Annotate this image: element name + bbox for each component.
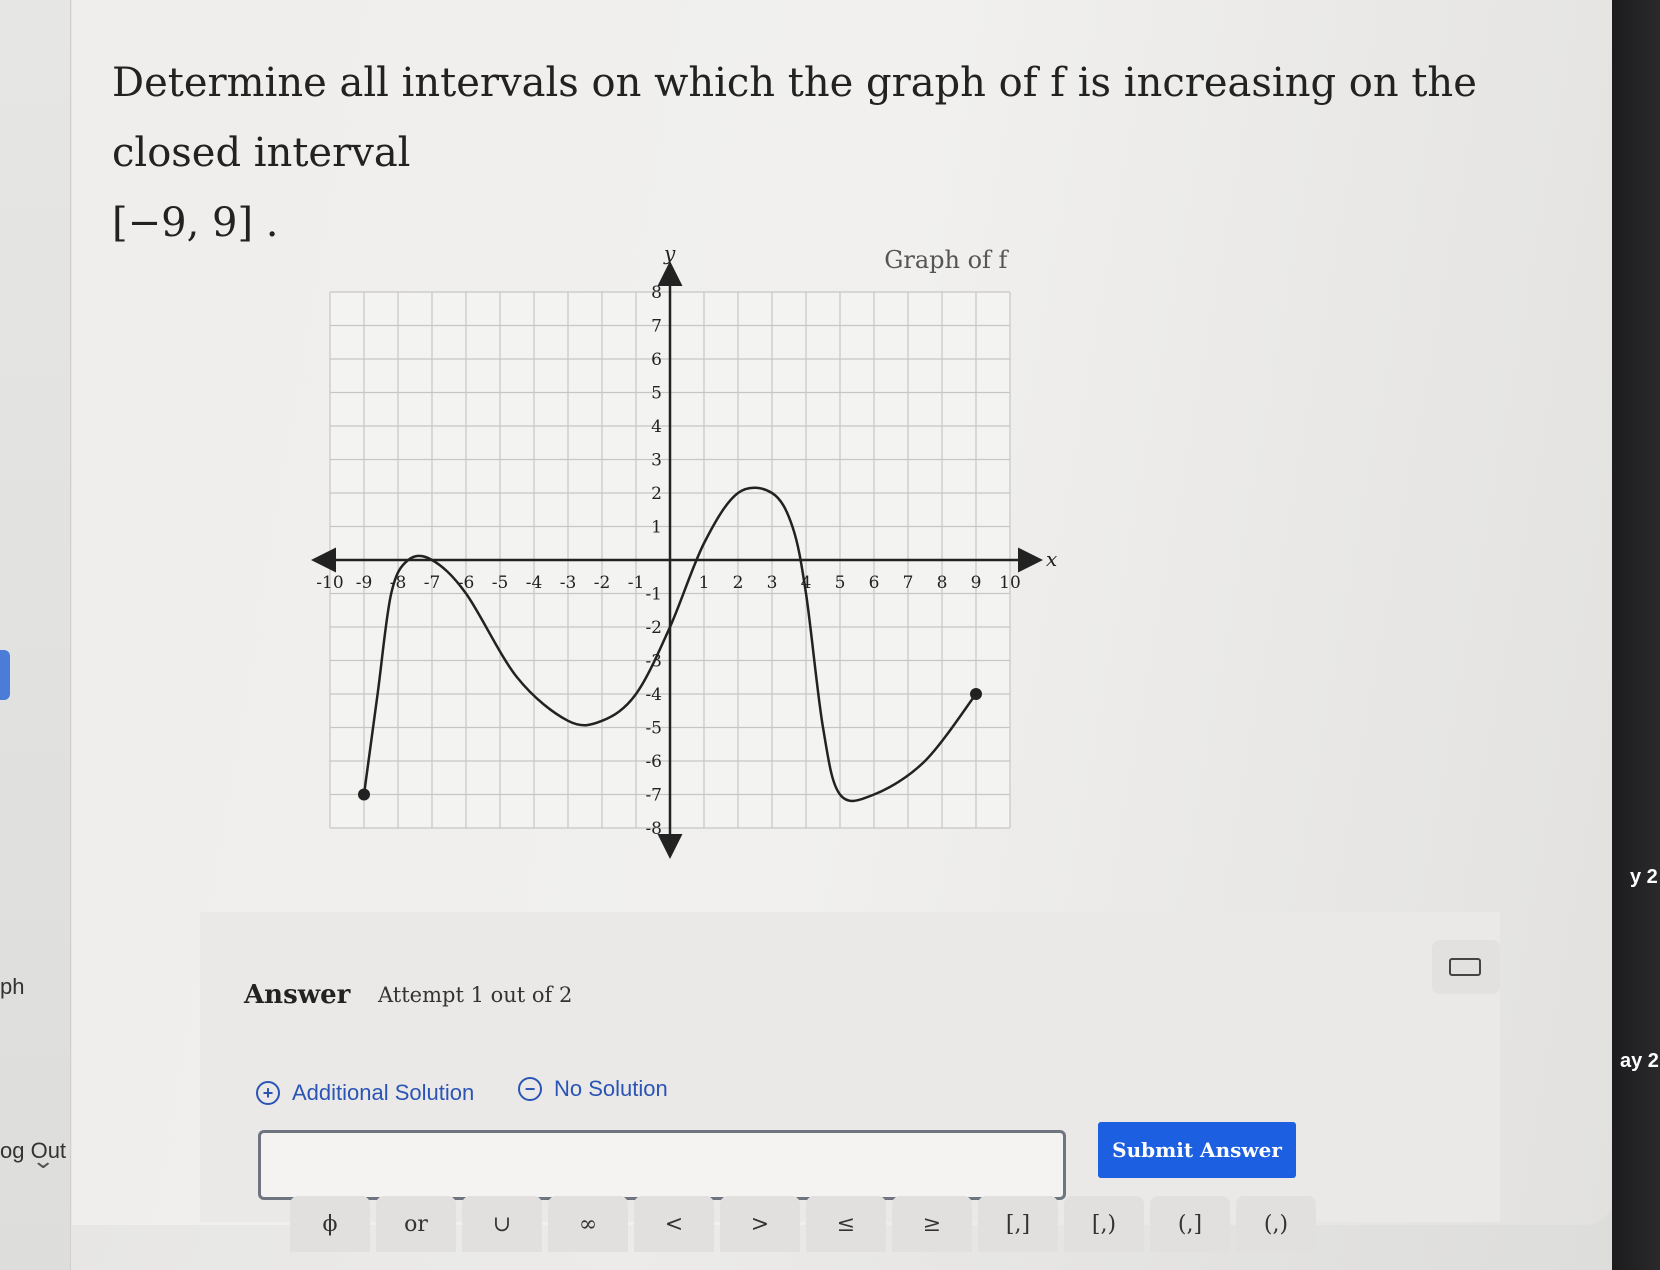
symbol-geq-button[interactable]: ≥ [892,1196,972,1252]
sidebar-ph-label: ph [0,974,25,999]
additional-solution-label: Additional Solution [292,1080,475,1105]
x-tick-label: -9 [356,573,373,593]
symbol-union-button[interactable]: ∪ [462,1196,542,1252]
additional-solution-button[interactable]: + Additional Solution [256,1080,474,1106]
y-tick-label: 5 [651,384,662,404]
x-tick-label: 3 [767,573,778,593]
submit-answer-button[interactable]: Submit Answer [1098,1122,1296,1178]
symbol-open-closed-interval-button[interactable]: (,] [1150,1196,1230,1252]
symbol-leq-button[interactable]: ≤ [806,1196,886,1252]
curve-endpoint [358,788,370,801]
no-solution-label: No Solution [554,1076,668,1101]
y-tick-label: -1 [645,585,662,605]
symbol-closed-interval-button[interactable]: [,] [978,1196,1058,1252]
curve-endpoint [970,688,982,700]
keyboard-icon [1449,958,1481,976]
y-tick-label: -5 [645,719,662,739]
x-tick-label: -1 [628,573,645,593]
symbol-empty-set-button[interactable]: ϕ [290,1196,370,1252]
y-tick-label: 4 [651,417,662,437]
x-tick-label: -3 [560,573,577,593]
question-text: Determine all intervals on which the gra… [112,48,1552,258]
symbol-infinity-button[interactable]: ∞ [548,1196,628,1252]
symbol-toolbar: ϕ or ∪ ∞ < > ≤ ≥ [,] [,) (,] (,) [290,1196,1350,1256]
x-tick-label: 9 [971,573,982,593]
left-sidebar: ph ⌄ og Out [0,0,71,1270]
y-tick-label: -4 [645,685,662,705]
y-tick-label: 7 [651,317,662,337]
x-tick-label: 2 [733,573,744,593]
symbol-greater-than-button[interactable]: > [720,1196,800,1252]
y-tick-label: 3 [651,451,662,471]
x-tick-label: 6 [869,573,880,593]
x-tick-label: -7 [424,573,441,593]
x-tick-label: -10 [316,573,343,593]
attempt-counter: Attempt 1 out of 2 [378,983,573,1007]
y-tick-label: 2 [651,484,662,504]
no-solution-button[interactable]: − No Solution [518,1076,668,1102]
y-tick-label: -2 [645,618,662,638]
sidebar-accent [0,650,10,700]
x-tick-label: -4 [526,573,543,593]
symbol-or-button[interactable]: or [376,1196,456,1252]
y-tick-label: -6 [645,752,662,772]
symbol-less-than-button[interactable]: < [634,1196,714,1252]
answer-label: Answer [244,980,351,1010]
symbol-open-interval-button[interactable]: (,) [1236,1196,1316,1252]
right-label-y2: y 2 [1630,866,1658,888]
y-tick-label: -8 [645,819,662,839]
symbol-closed-open-interval-button[interactable]: [,) [1064,1196,1144,1252]
keyboard-toggle-button[interactable] [1432,940,1500,994]
right-label-ay2: ay 2 [1620,1050,1659,1072]
x-tick-label: 1 [699,573,710,593]
graph-title: Graph of f [884,246,1009,274]
y-tick-label: 1 [651,518,662,538]
x-tick-label: -2 [594,573,611,593]
log-out-link[interactable]: og Out [0,1138,66,1164]
y-tick-label: 8 [651,283,662,303]
x-axis-label: x [1046,547,1057,571]
x-tick-label: 8 [937,573,948,593]
x-tick-label: 5 [835,573,846,593]
y-axis-label: y [663,241,676,265]
right-panel: y 2 ay 2 [1612,0,1660,1270]
x-tick-label: -5 [492,573,509,593]
minus-circle-icon: − [518,1077,542,1101]
y-tick-label: -7 [645,786,662,806]
question-line-1: Determine all intervals on which the gra… [112,60,1477,176]
x-tick-label: 10 [999,573,1021,593]
plus-circle-icon: + [256,1081,280,1105]
x-tick-label: -6 [458,573,475,593]
y-tick-label: 6 [651,350,662,370]
graph-of-f: -10 -9 -8 -7 -6 -5 -4 -3 -2 -1 1 2 3 4 5 6 7 8 9 1087654321… [311,241,1057,859]
answer-input[interactable] [258,1130,1066,1200]
x-tick-label: 7 [903,573,914,593]
